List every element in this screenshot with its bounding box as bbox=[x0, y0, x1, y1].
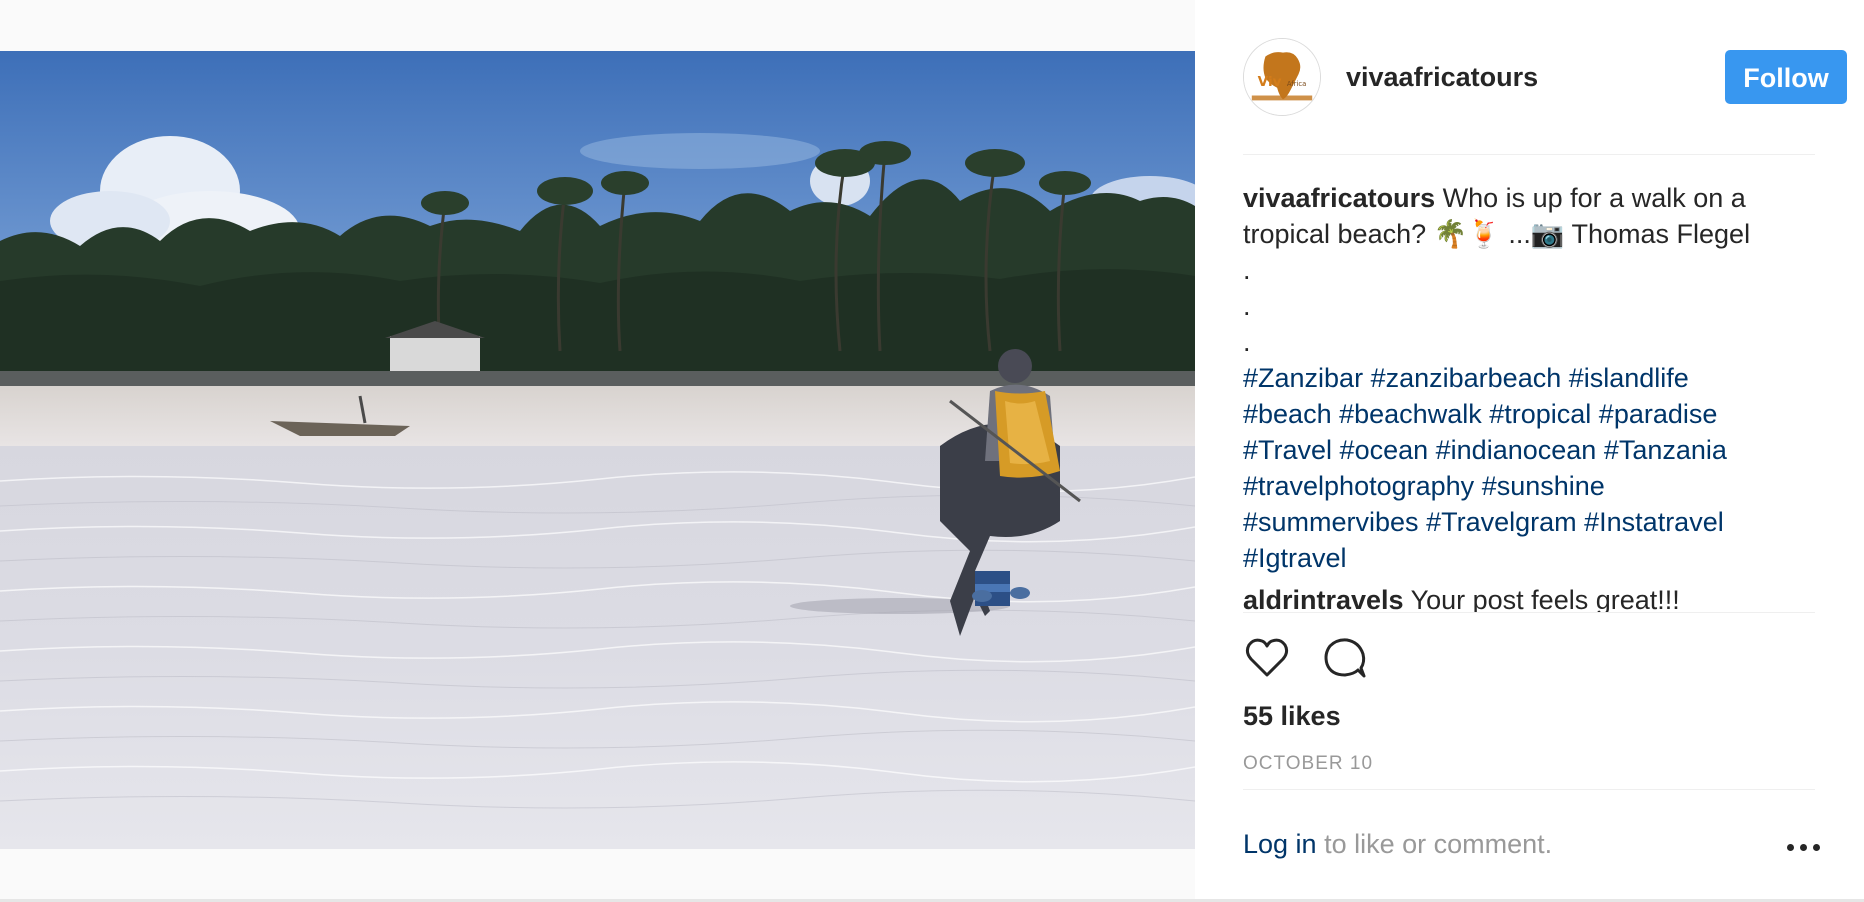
hashtag-link[interactable]: #beach bbox=[1243, 399, 1332, 429]
caption-username-link[interactable]: vivaafricatours bbox=[1243, 183, 1435, 213]
comment-username-link[interactable]: aldrintravels bbox=[1243, 585, 1404, 612]
comments-divider bbox=[1243, 612, 1815, 613]
comment-bubble-icon[interactable] bbox=[1321, 634, 1369, 682]
actions-divider bbox=[1243, 789, 1815, 790]
svg-text:Viv: Viv bbox=[1258, 74, 1282, 90]
heart-icon[interactable] bbox=[1243, 634, 1291, 682]
hashtag-link[interactable]: #Travelgram bbox=[1426, 507, 1577, 537]
post-details-panel: Viv Africa vivaafricatours Follow vivaaf… bbox=[1195, 0, 1864, 902]
likes-count[interactable]: 55 likes bbox=[1243, 701, 1341, 732]
hashtag-link[interactable]: #Instatravel bbox=[1584, 507, 1724, 537]
hashtag-link[interactable]: #indianocean bbox=[1436, 435, 1597, 465]
caption-dot: . bbox=[1243, 291, 1251, 321]
login-link[interactable]: Log in bbox=[1243, 829, 1317, 859]
hashtag-link[interactable]: #Travel bbox=[1243, 435, 1332, 465]
post-date[interactable]: OCTOBER 10 bbox=[1243, 753, 1373, 775]
caption-dot: . bbox=[1243, 327, 1251, 357]
hashtag-link[interactable]: #paradise bbox=[1599, 399, 1718, 429]
header-username-link[interactable]: vivaafricatours bbox=[1346, 62, 1538, 93]
caption: vivaafricatours Who is up for a walk on … bbox=[1243, 180, 1813, 576]
hashtag-link[interactable]: #zanzibarbeach bbox=[1371, 363, 1562, 393]
follow-button[interactable]: Follow bbox=[1725, 50, 1847, 104]
comment-text: Your post feels great!!! bbox=[1403, 585, 1680, 612]
post-photo[interactable] bbox=[0, 51, 1195, 849]
beach-photo-image bbox=[0, 51, 1195, 849]
more-options-icon[interactable] bbox=[1787, 837, 1821, 857]
comment-item: aldrintravels Your post feels great!!! bbox=[1243, 582, 1813, 612]
svg-text:Africa: Africa bbox=[1287, 80, 1306, 88]
hashtag-link[interactable]: #sunshine bbox=[1482, 471, 1605, 501]
hashtag-link[interactable]: #ocean bbox=[1340, 435, 1429, 465]
instagram-post-page: Viv Africa vivaafricatours Follow vivaaf… bbox=[0, 0, 1864, 902]
hashtag-link[interactable]: #Tanzania bbox=[1604, 435, 1727, 465]
hashtag-list: #Zanzibar #zanzibarbeach #islandlife #be… bbox=[1243, 360, 1813, 576]
avatar[interactable]: Viv Africa bbox=[1243, 38, 1321, 116]
hashtag-link[interactable]: #Zanzibar bbox=[1243, 363, 1363, 393]
comments-list[interactable]: vivaafricatours Who is up for a walk on … bbox=[1243, 180, 1813, 612]
caption-dot: . bbox=[1243, 255, 1251, 285]
africa-logo-icon: Viv Africa bbox=[1244, 39, 1320, 115]
hashtag-link[interactable]: #summervibes bbox=[1243, 507, 1419, 537]
hashtag-link[interactable]: #beachwalk bbox=[1339, 399, 1482, 429]
hashtag-link[interactable]: #Igtravel bbox=[1243, 543, 1347, 573]
hashtag-link[interactable]: #islandlife bbox=[1569, 363, 1689, 393]
post-header: Viv Africa vivaafricatours Follow bbox=[1243, 38, 1847, 116]
header-divider bbox=[1243, 154, 1815, 155]
hashtag-link[interactable]: #travelphotography bbox=[1243, 471, 1474, 501]
login-prompt: Log in to like or comment. bbox=[1243, 829, 1552, 860]
hashtag-link[interactable]: #tropical bbox=[1489, 399, 1591, 429]
login-prompt-text: to like or comment. bbox=[1316, 829, 1553, 859]
